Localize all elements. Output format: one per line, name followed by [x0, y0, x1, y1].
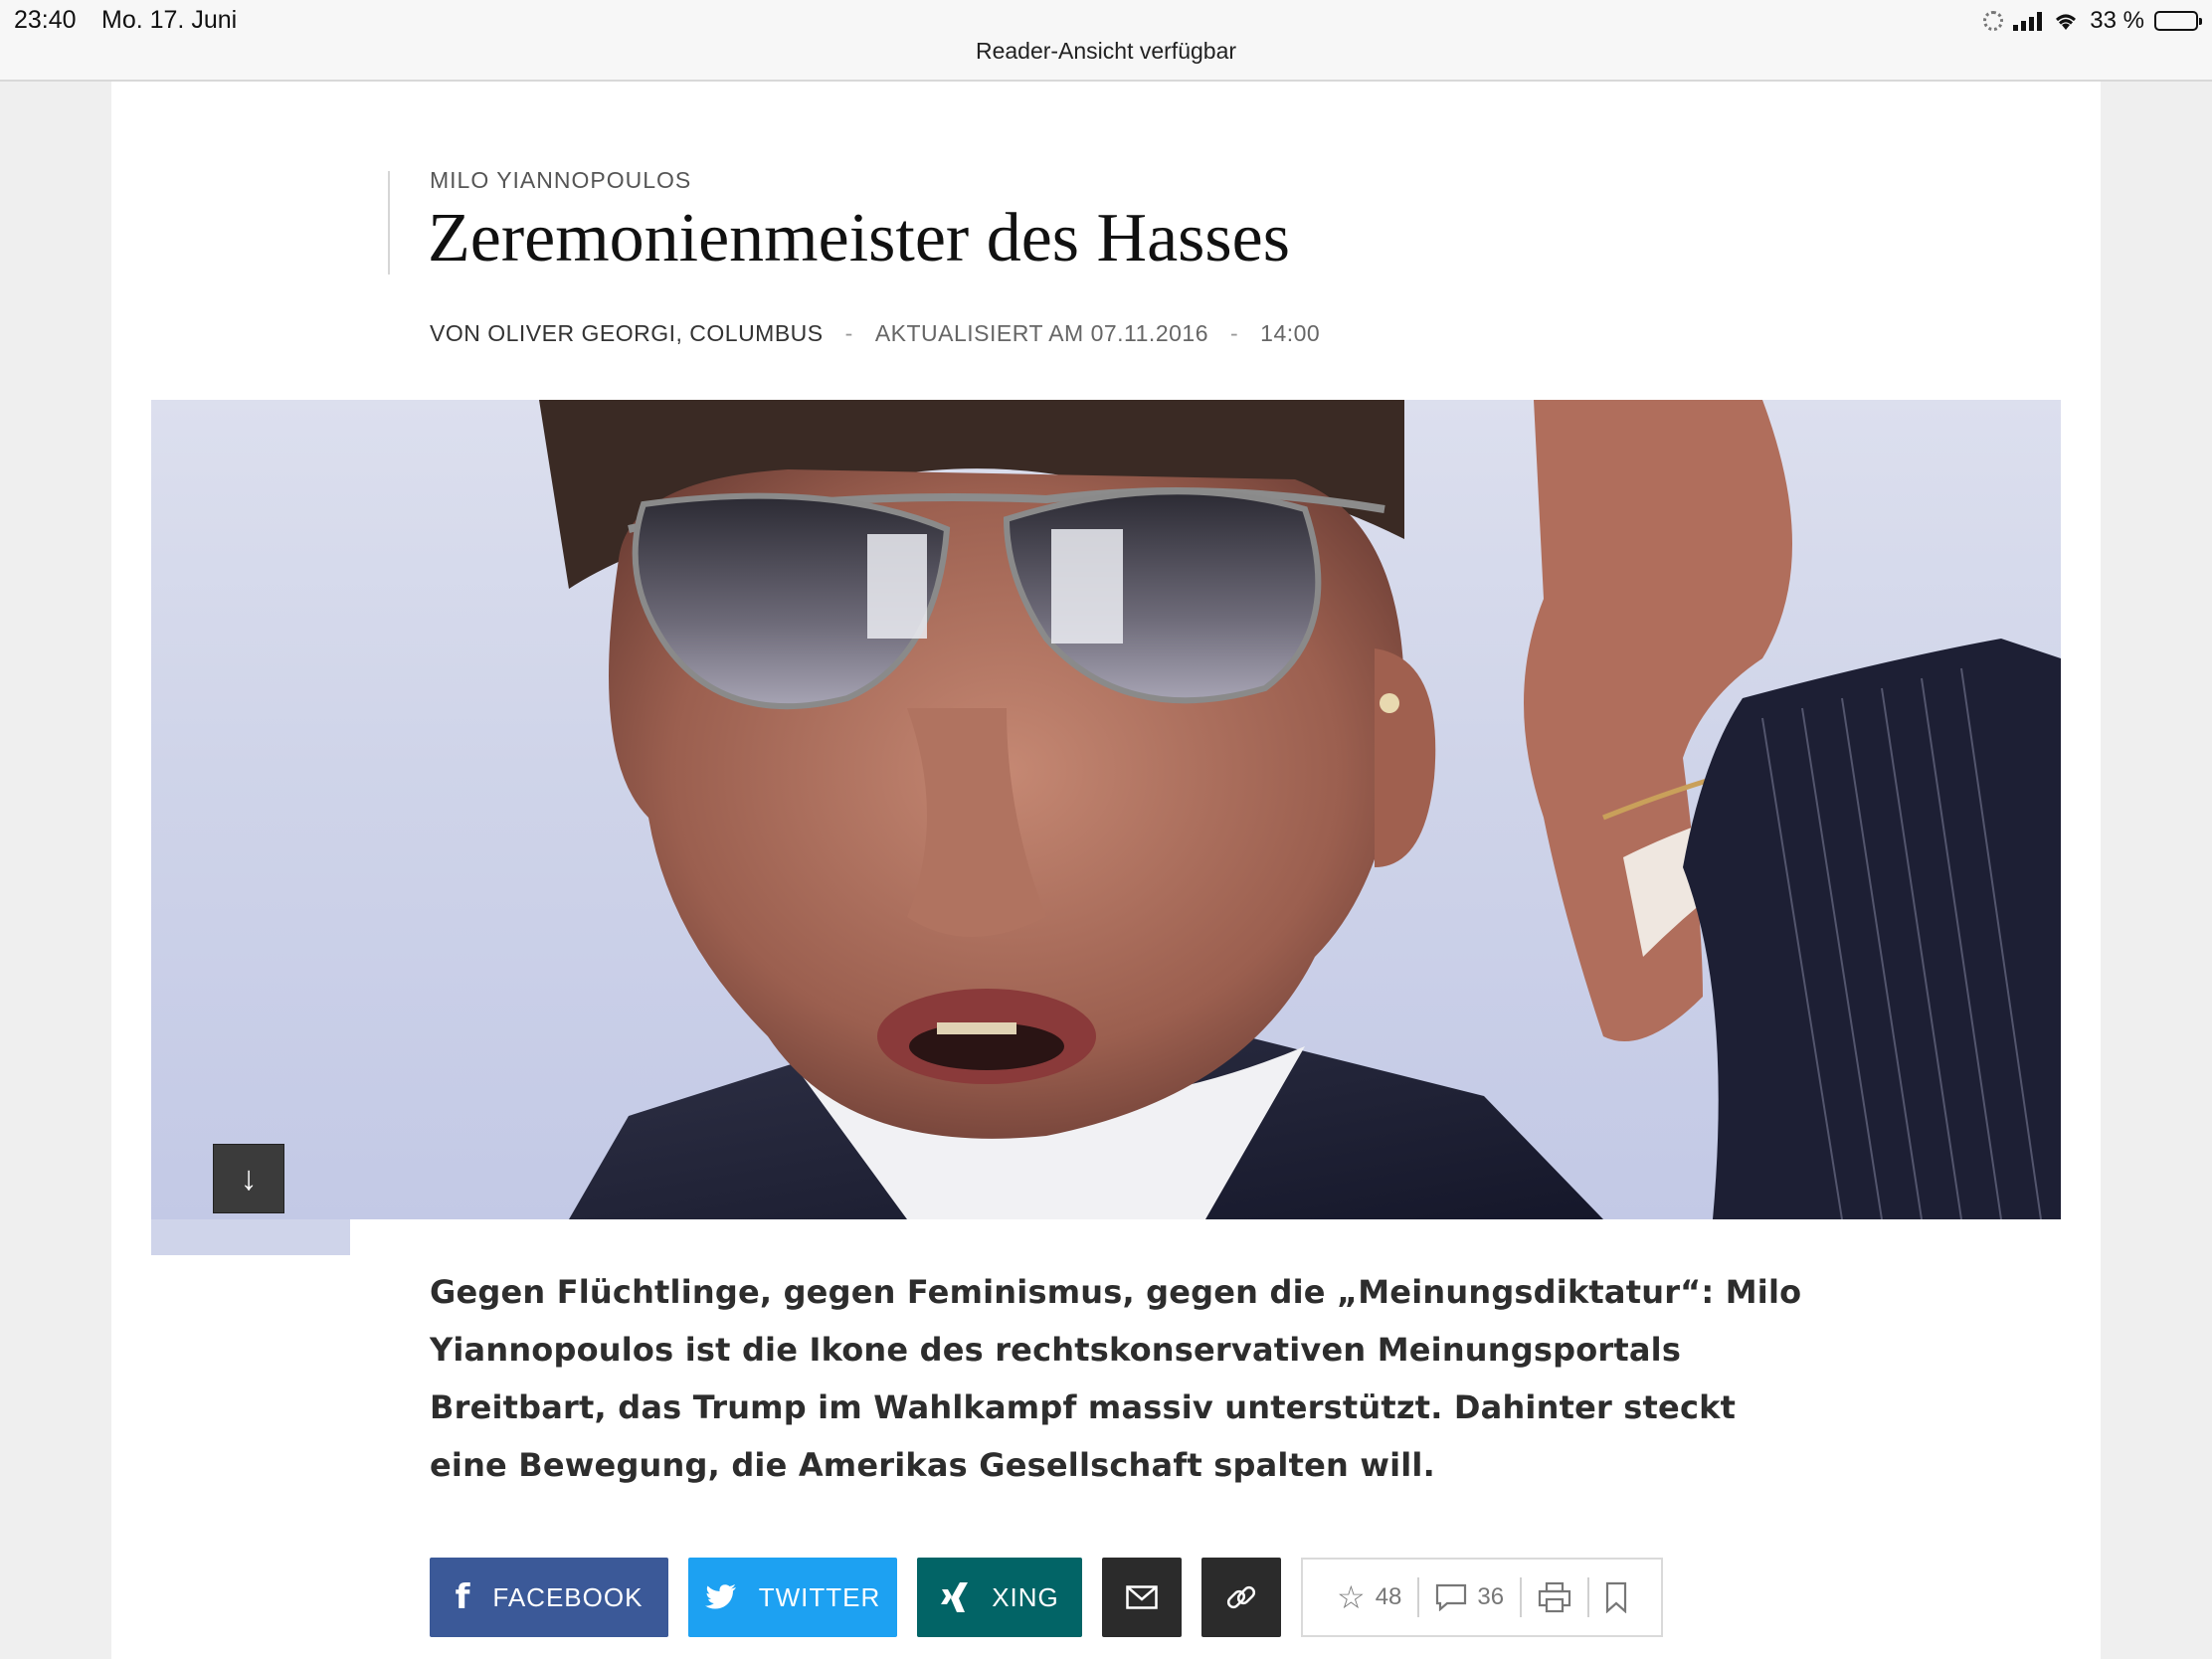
status-indicators: 33 %: [1983, 6, 2202, 36]
twitter-icon: [704, 1584, 736, 1609]
print-button[interactable]: [1520, 1577, 1587, 1617]
xing-label: XING: [992, 1581, 1059, 1612]
portrait-illustration: [539, 400, 2061, 1219]
xing-share-button[interactable]: XING: [917, 1558, 1082, 1637]
activity-spinner-icon: [1983, 11, 2004, 31]
article-byline: VON OLIVER GEORGI, COLUMBUS - AKTUALISIE…: [430, 320, 1320, 347]
header-rule: [388, 171, 390, 275]
article-tools: ☆ 48 36: [1301, 1558, 1664, 1637]
byline-separator: -: [844, 320, 853, 346]
battery-percentage: 33 %: [2090, 7, 2144, 34]
facebook-label: FACEBOOK: [492, 1581, 644, 1612]
copy-link-button[interactable]: [1201, 1558, 1281, 1637]
mail-icon: [1126, 1585, 1158, 1609]
hero-caption-tab: [151, 1219, 350, 1255]
article-page: MILO YIANNOPOULOS Zeremonienmeister des …: [111, 82, 2101, 1659]
rate-article-button[interactable]: ☆ 48: [1321, 1577, 1417, 1617]
comments-button[interactable]: 36: [1417, 1577, 1520, 1617]
reader-view-hint[interactable]: Reader-Ansicht verfügbar: [0, 38, 2212, 65]
comment-count: 36: [1477, 1583, 1505, 1610]
email-share-button[interactable]: [1102, 1558, 1182, 1637]
byline-author[interactable]: VON OLIVER GEORGI, COLUMBUS: [430, 320, 824, 347]
wifi-icon: [2056, 14, 2077, 30]
star-icon: ☆: [1337, 1578, 1366, 1616]
scroll-down-button[interactable]: ↓: [213, 1144, 284, 1213]
link-icon: [1226, 1585, 1256, 1609]
byline-separator: -: [1230, 320, 1239, 346]
article-kicker: MILO YIANNOPOULOS: [430, 167, 692, 193]
byline-time: 14:00: [1260, 320, 1321, 346]
article-headline: Zeremonienmeister des Hasses: [428, 200, 1290, 276]
xing-icon: [941, 1582, 969, 1612]
printer-icon: [1538, 1581, 1571, 1613]
byline-updated: AKTUALISIERT AM 07.11.2016: [874, 320, 1208, 346]
facebook-icon: f: [455, 1577, 471, 1617]
comment-icon: [1436, 1583, 1467, 1611]
facebook-share-button[interactable]: f FACEBOOK: [430, 1558, 668, 1637]
rating-count: 48: [1375, 1583, 1402, 1610]
hero-image[interactable]: [151, 400, 2061, 1219]
twitter-share-button[interactable]: TWITTER: [688, 1558, 897, 1637]
share-bar: f FACEBOOK TWITTER XING ☆ 48 36: [430, 1558, 1664, 1637]
twitter-label: TWITTER: [758, 1581, 881, 1612]
bookmark-button[interactable]: [1587, 1577, 1643, 1617]
clock: 23:40: [14, 6, 77, 34]
battery-icon: [2154, 11, 2202, 31]
bookmark-icon: [1605, 1581, 1627, 1613]
date: Mo. 17. Juni: [101, 6, 238, 34]
arrow-down-icon: ↓: [240, 1159, 258, 1198]
status-bar: 23:40 Mo. 17. Juni Reader-Ansicht verfüg…: [0, 0, 2212, 82]
article-teaser: Gegen Flüchtlinge, gegen Feminismus, geg…: [430, 1273, 1802, 1484]
cellular-signal-icon: [2013, 11, 2043, 31]
